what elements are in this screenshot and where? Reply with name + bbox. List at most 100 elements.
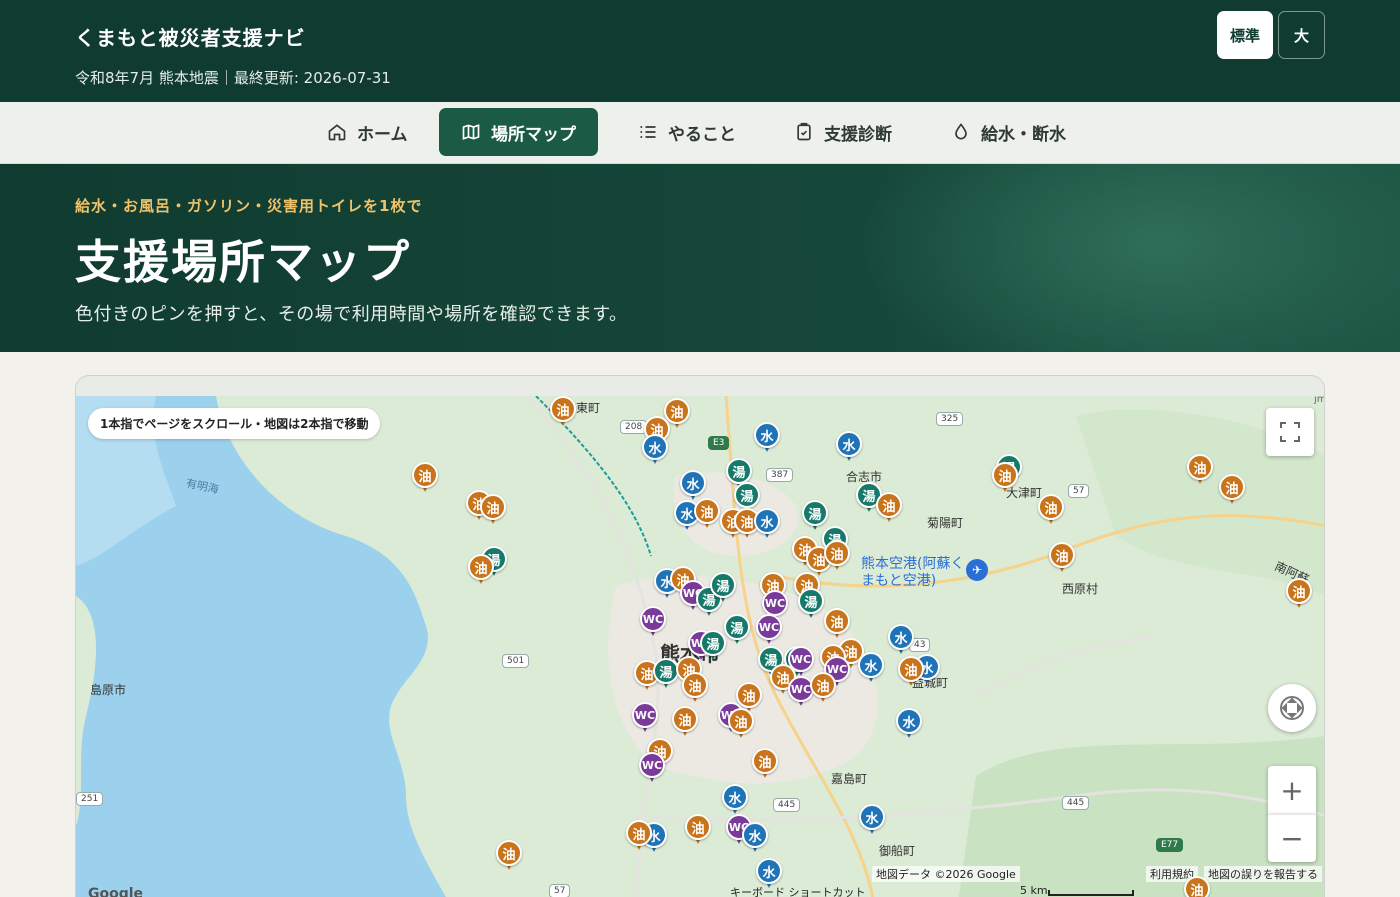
- camera-control-button[interactable]: [1268, 684, 1316, 732]
- fuel-pin[interactable]: 油: [412, 462, 438, 492]
- water-pin[interactable]: 水: [756, 858, 782, 888]
- nav-map[interactable]: 場所マップ: [439, 108, 598, 156]
- pin-label: 油: [1049, 542, 1075, 568]
- bath-pin[interactable]: 湯: [710, 572, 736, 602]
- pin-label: 油: [1219, 474, 1245, 500]
- fuel-pin[interactable]: 油: [480, 494, 506, 524]
- pin-label: 油: [1286, 578, 1312, 604]
- nav-home-label: ホーム: [357, 124, 408, 145]
- pin-label: 湯: [734, 482, 760, 508]
- google-logo: Google: [88, 886, 144, 897]
- fuel-pin[interactable]: 油: [682, 672, 708, 702]
- road-shield: 57: [1068, 484, 1090, 498]
- fuel-pin[interactable]: 油: [1049, 542, 1075, 572]
- water-pin[interactable]: 水: [858, 652, 884, 682]
- zoom-out-button[interactable]: −: [1268, 814, 1316, 862]
- fuel-pin[interactable]: 油: [672, 706, 698, 736]
- keyboard-shortcuts-link[interactable]: キーボード ショートカット: [726, 884, 870, 897]
- plus-icon: +: [1280, 773, 1304, 807]
- water-pin[interactable]: 水: [896, 708, 922, 738]
- nav-home[interactable]: ホーム: [305, 108, 430, 156]
- fuel-pin[interactable]: 油: [468, 554, 494, 584]
- pin-label: 油: [824, 540, 850, 566]
- water-pin[interactable]: 水: [836, 431, 862, 461]
- pin-label: 湯: [802, 500, 828, 526]
- water-pin[interactable]: 水: [742, 822, 768, 852]
- toilet-pin[interactable]: WC: [756, 614, 782, 644]
- fuel-pin[interactable]: 油: [752, 748, 778, 778]
- nav-diagnosis[interactable]: 支援診断: [772, 108, 914, 156]
- page-title: 支援場所マップ: [75, 235, 411, 289]
- fuel-pin[interactable]: 油: [694, 498, 720, 528]
- water-pin[interactable]: 水: [888, 624, 914, 654]
- pin-label: 油: [876, 492, 902, 518]
- fuel-pin[interactable]: 油: [1187, 454, 1213, 484]
- map-data-attribution: 地図データ ©2026 Google: [872, 866, 1020, 882]
- fuel-pin[interactable]: 油: [824, 608, 850, 638]
- nav-diagnosis-label: 支援診断: [824, 124, 892, 145]
- road-shield: E77: [1156, 838, 1184, 852]
- road-shield: 251: [76, 792, 104, 806]
- water-pin[interactable]: 水: [680, 470, 706, 500]
- pin-label: 水: [722, 784, 748, 810]
- fuel-pin[interactable]: 油: [685, 814, 711, 844]
- map-corner-mark: jm: [1314, 396, 1324, 405]
- water-pin[interactable]: 水: [722, 784, 748, 814]
- font-size-large-button[interactable]: 大: [1278, 11, 1325, 59]
- nav-water[interactable]: 給水・断水: [929, 108, 1088, 156]
- pin-label: 湯: [726, 458, 752, 484]
- pin-label: WC: [762, 590, 788, 616]
- pin-label: 油: [694, 498, 720, 524]
- pin-label: 水: [858, 652, 884, 678]
- label-kashima: 嘉島町: [831, 772, 868, 786]
- fuel-pin[interactable]: 油: [1286, 578, 1312, 608]
- nav-todo[interactable]: やること: [616, 108, 758, 156]
- minus-icon: −: [1280, 822, 1304, 855]
- water-pin[interactable]: 水: [754, 508, 780, 538]
- pin-label: 油: [685, 814, 711, 840]
- fuel-pin[interactable]: 油: [810, 672, 836, 702]
- fuel-pin[interactable]: 油: [898, 656, 924, 686]
- pin-label: 油: [412, 462, 438, 488]
- support-map[interactable]: 1本指でページをスクロール・地図は2本指で移動 東町 合志市 菊陽町 大津町 西…: [76, 396, 1324, 897]
- map-report-link[interactable]: 地図の誤りを報告する: [1204, 866, 1322, 882]
- font-size-standard-button[interactable]: 標準: [1217, 11, 1273, 59]
- water-pin[interactable]: 水: [642, 434, 668, 464]
- fuel-pin[interactable]: 油: [728, 708, 754, 738]
- pin-label: 油: [480, 494, 506, 520]
- hero-section: 給水・お風呂・ガソリン・災害用トイレを1枚で 支援場所マップ 色付きのピンを押す…: [0, 164, 1400, 352]
- fuel-pin[interactable]: 油: [496, 840, 522, 870]
- map-scale-label: 5 km: [1020, 884, 1048, 897]
- pin-label: 油: [992, 462, 1018, 488]
- bath-pin[interactable]: 湯: [724, 614, 750, 644]
- nav-water-label: 給水・断水: [981, 124, 1066, 145]
- map-icon: [462, 124, 480, 140]
- toilet-pin[interactable]: WC: [640, 606, 666, 636]
- site-header: くまもと被災者支援ナビ 令和8年7月 熊本地震｜最終更新: 2026-07-31…: [0, 0, 1400, 102]
- zoom-in-button[interactable]: +: [1268, 766, 1316, 814]
- toilet-pin[interactable]: WC: [632, 702, 658, 732]
- pin-label: 油: [672, 706, 698, 732]
- water-drop-icon: [955, 123, 967, 140]
- airport-icon: ✈: [966, 559, 988, 581]
- toilet-pin[interactable]: WC: [639, 752, 665, 782]
- bath-pin[interactable]: 湯: [798, 588, 824, 618]
- pin-label: 水: [836, 431, 862, 457]
- pin-label: 油: [898, 656, 924, 682]
- water-pin[interactable]: 水: [754, 422, 780, 452]
- fuel-pin[interactable]: 油: [1038, 494, 1064, 524]
- fuel-pin[interactable]: 油: [626, 820, 652, 850]
- fuel-pin[interactable]: 油: [1219, 474, 1245, 504]
- fuel-pin[interactable]: 油: [992, 462, 1018, 492]
- site-title[interactable]: くまもと被災者支援ナビ: [75, 22, 306, 51]
- bath-pin[interactable]: 湯: [700, 630, 726, 660]
- pin-label: 油: [1038, 494, 1064, 520]
- fuel-pin[interactable]: 油: [550, 396, 576, 426]
- fuel-pin[interactable]: 油: [824, 540, 850, 570]
- fullscreen-button[interactable]: [1266, 408, 1314, 456]
- label-mifune: 御船町: [879, 844, 916, 858]
- hero-kicker: 給水・お風呂・ガソリン・災害用トイレを1枚で: [75, 197, 423, 215]
- fuel-pin[interactable]: 油: [876, 492, 902, 522]
- fuel-pin[interactable]: 油: [1184, 876, 1210, 897]
- water-pin[interactable]: 水: [859, 804, 885, 834]
